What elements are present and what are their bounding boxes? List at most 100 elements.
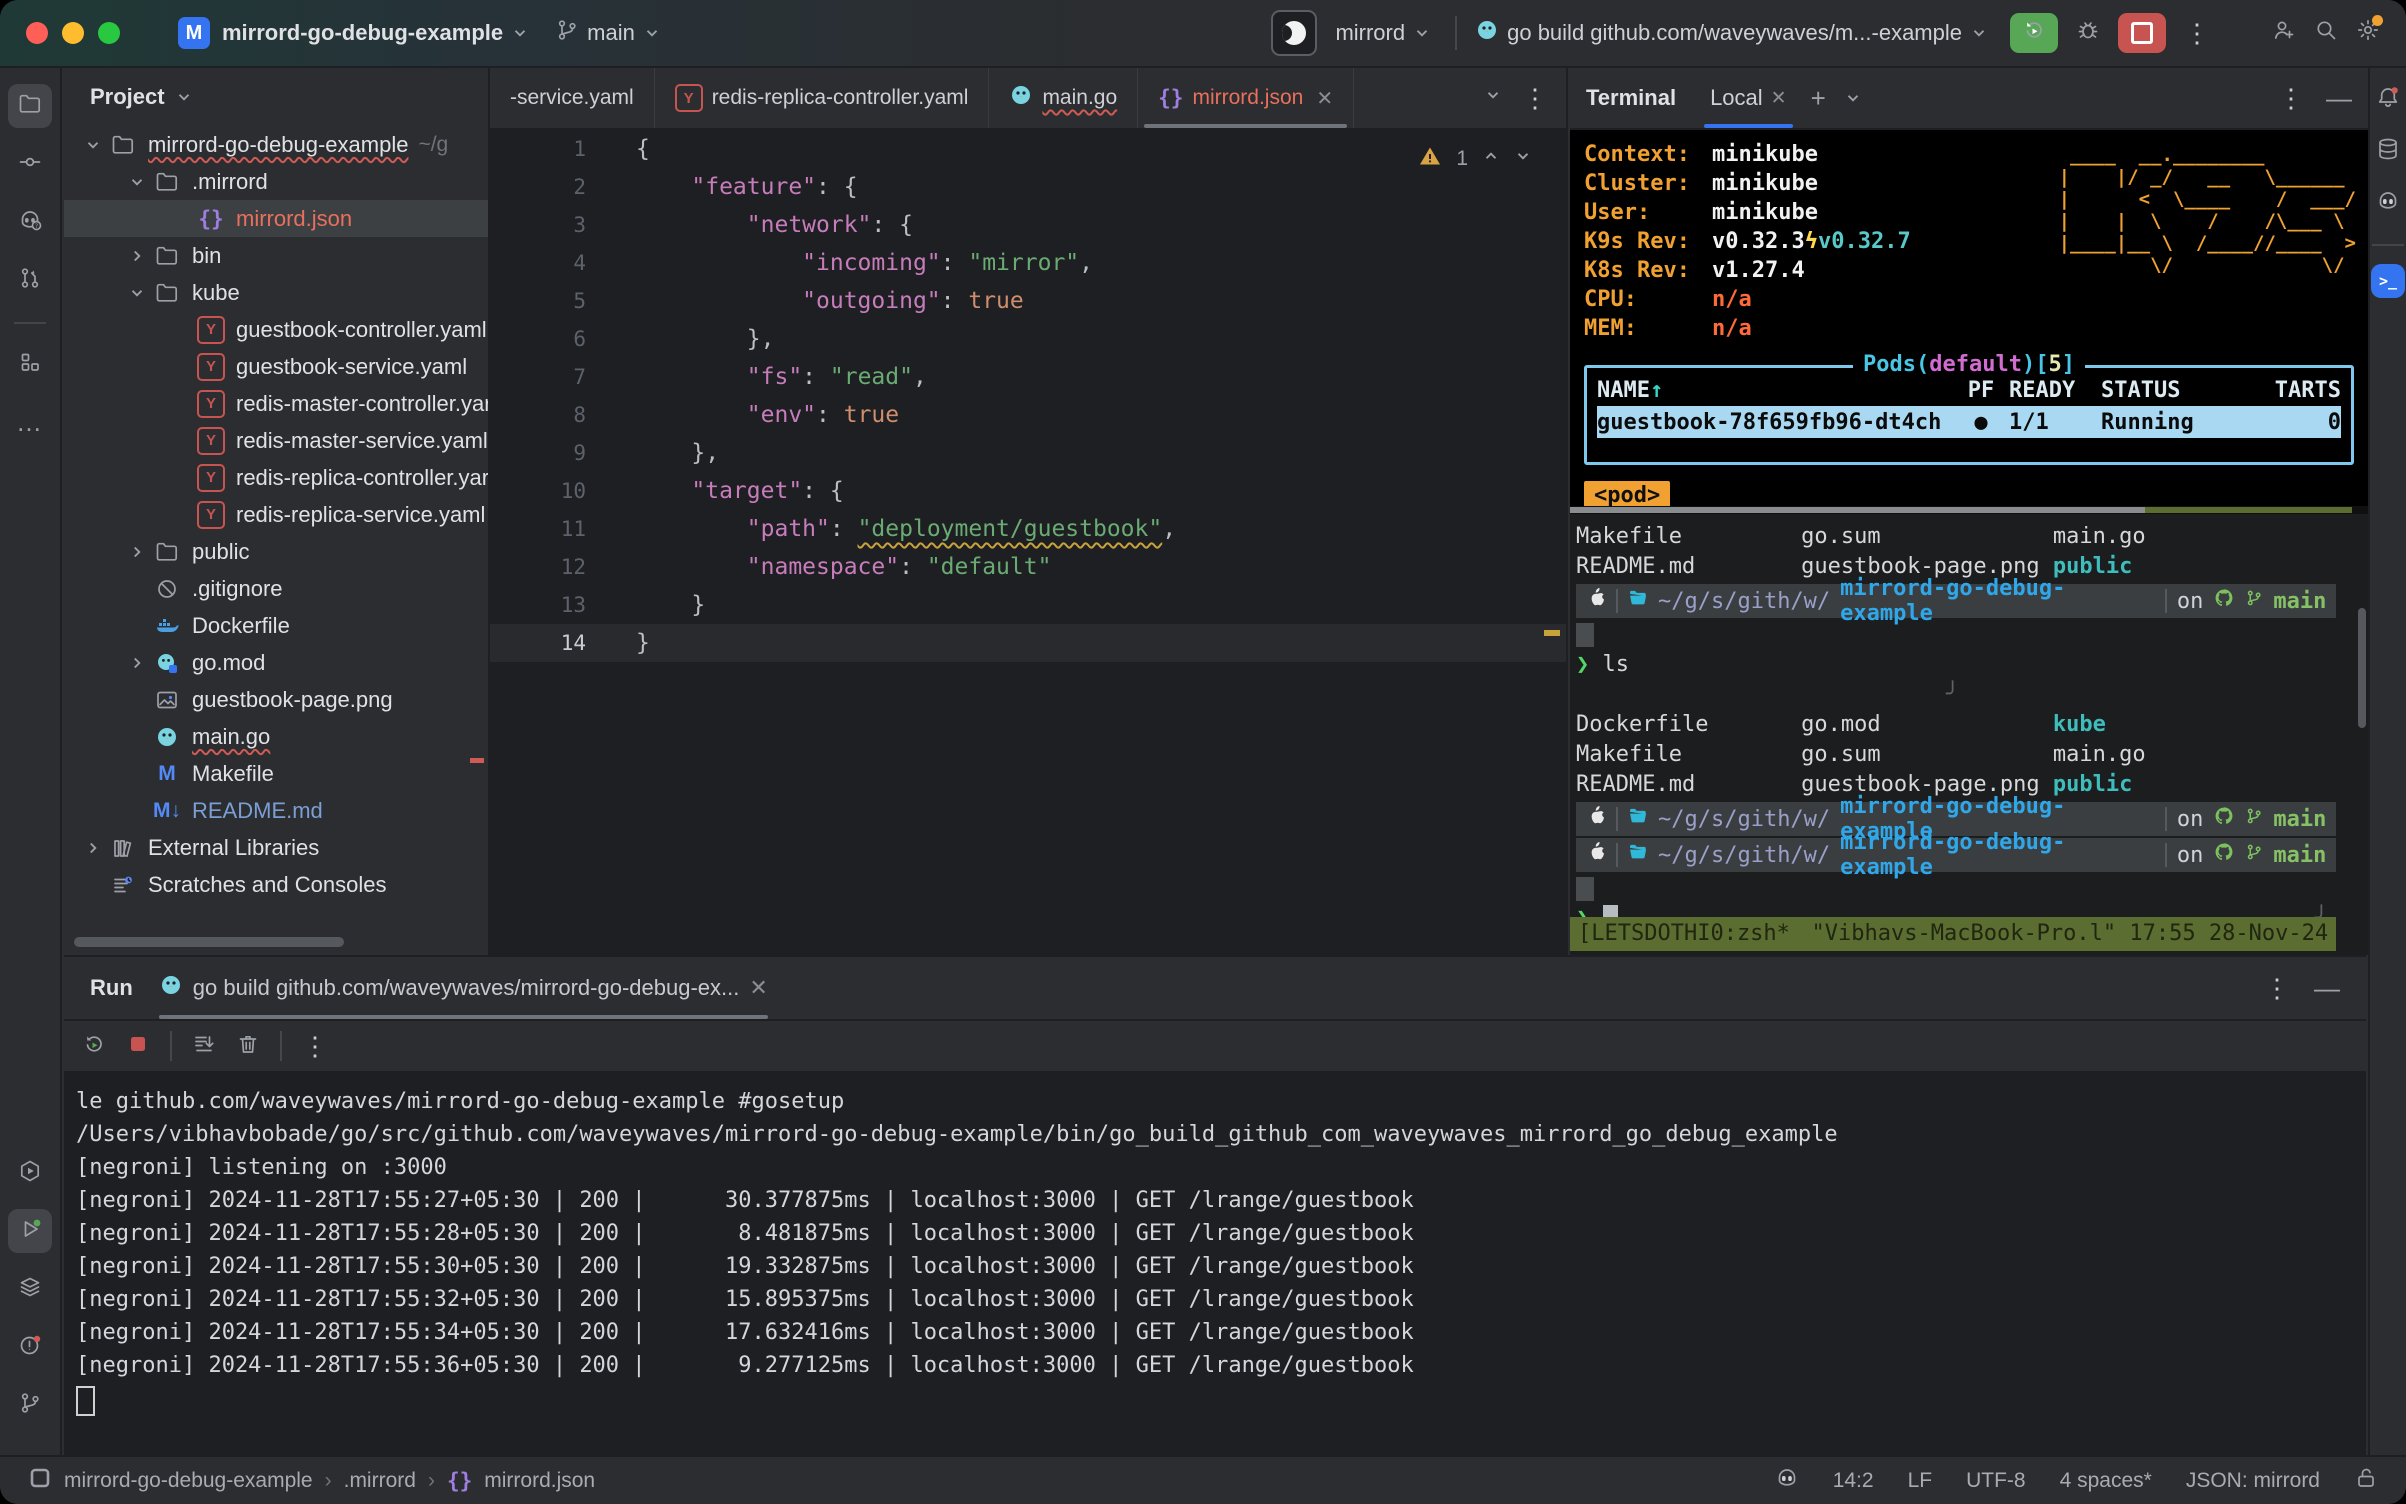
tree-item-redis-replica-controller-yar[interactable]: Yredis-replica-controller.yar xyxy=(64,459,488,496)
scroll-end-button[interactable] xyxy=(192,1032,216,1061)
tree-item-scratches-and-consoles[interactable]: Scratches and Consoles xyxy=(64,866,488,903)
code-line-8[interactable]: 8 "env": true xyxy=(490,396,1566,434)
pod-row-selected[interactable]: guestbook-78f659fb96-dt4ch●1/1Running0 xyxy=(1597,406,2341,438)
tree-item-guestbook-page-png[interactable]: guestbook-page.png xyxy=(64,681,488,718)
project-panel-header[interactable]: Project xyxy=(64,68,488,126)
more-actions-button[interactable]: ⋮ xyxy=(2184,20,2210,46)
tree-item-kube[interactable]: kube xyxy=(64,274,488,311)
tree-item-guestbook-controller-yaml[interactable]: Yguestbook-controller.yaml xyxy=(64,311,488,348)
col-ready[interactable]: READY xyxy=(2009,378,2101,403)
run-console[interactable]: le github.com/waveywaves/mirrord-go-debu… xyxy=(64,1073,2366,1422)
kebab-button[interactable]: ⋮ xyxy=(302,1033,328,1060)
breadcrumb-item[interactable]: mirrord.json xyxy=(484,1469,595,1493)
tree-item-public[interactable]: public xyxy=(64,533,488,570)
code-line-4[interactable]: 4 "incoming": "mirror", xyxy=(490,244,1566,282)
chevron-right-icon[interactable] xyxy=(122,247,152,265)
tree-item-mirrord-json[interactable]: {}mirrord.json xyxy=(64,200,488,237)
code-line-6[interactable]: 6 }, xyxy=(490,320,1566,358)
prev-problem-button[interactable] xyxy=(1482,147,1500,171)
tree-item-guestbook-service-yaml[interactable]: Yguestbook-service.yaml xyxy=(64,348,488,385)
editor-body[interactable]: 1{2 "feature": {3 "network": {4 "incomin… xyxy=(490,130,1566,955)
database-tool-button[interactable] xyxy=(2371,134,2405,168)
rerun-button[interactable] xyxy=(2010,13,2058,53)
encoding[interactable]: UTF-8 xyxy=(1966,1469,2026,1493)
k9s-screen[interactable]: Context:minikubeCluster:minikubeUser:min… xyxy=(1570,130,2368,514)
terminal-options-button[interactable]: ⋮ xyxy=(2278,85,2304,111)
hide-terminal-button[interactable]: — xyxy=(2326,83,2352,114)
chevron-right-icon[interactable] xyxy=(122,654,152,672)
stop-button[interactable] xyxy=(2118,13,2166,53)
code-line-10[interactable]: 10 "target": { xyxy=(490,472,1566,510)
services-tool-button[interactable] xyxy=(8,1151,52,1195)
code-line-5[interactable]: 5 "outgoing": true xyxy=(490,282,1566,320)
col-name[interactable]: NAME↑ xyxy=(1597,378,1953,403)
chevron-down-icon[interactable] xyxy=(122,173,152,191)
editor-tab--service-yaml[interactable]: -service.yaml xyxy=(490,68,655,128)
lock-icon[interactable] xyxy=(2354,1466,2378,1496)
chevron-right-icon[interactable] xyxy=(78,839,108,857)
chevron-down-icon[interactable] xyxy=(1844,89,1862,107)
new-terminal-button[interactable]: + xyxy=(1811,83,1826,114)
tree-item-main-go[interactable]: main.go xyxy=(64,718,488,755)
terminal-tool-button[interactable]: >_ xyxy=(2371,264,2405,298)
notifications-bell-tool-button[interactable] xyxy=(2371,82,2405,116)
vcs-widget[interactable]: main xyxy=(555,18,661,48)
caret-position[interactable]: 14:2 xyxy=(1833,1469,1874,1493)
close-icon[interactable]: ✕ xyxy=(749,975,767,1001)
build-layers-tool-button[interactable] xyxy=(8,1267,52,1311)
debug-button[interactable] xyxy=(2076,18,2100,48)
chevron-right-icon[interactable] xyxy=(122,543,152,561)
terminal-scrollbar[interactable] xyxy=(2358,608,2366,728)
project-widget[interactable]: mirrord-go-debug-example xyxy=(222,20,529,46)
tree-item-redis-replica-service-yaml[interactable]: Yredis-replica-service.yaml xyxy=(64,496,488,533)
chevron-down-icon[interactable] xyxy=(122,284,152,302)
hide-run-panel-button[interactable]: — xyxy=(2314,973,2340,1004)
structure-tool-button[interactable] xyxy=(8,342,52,386)
minimize-window-button[interactable] xyxy=(62,22,84,44)
more-tool-button[interactable]: … xyxy=(8,400,52,444)
editor-tab-mirrord-json[interactable]: {}mirrord.json✕ xyxy=(1138,68,1354,128)
run-configuration-dropdown[interactable]: go build github.com/waveywaves/m...-exam… xyxy=(1475,18,1988,48)
code-line-2[interactable]: 2 "feature": { xyxy=(490,168,1566,206)
tree-item-mirrord-go-debug-example[interactable]: mirrord-go-debug-example~/g xyxy=(64,126,488,163)
editor-tab-main-go[interactable]: main.go xyxy=(989,68,1138,128)
run-tool-button[interactable] xyxy=(8,1209,52,1253)
tree-item-redis-master-service-yaml[interactable]: Yredis-master-service.yaml xyxy=(64,422,488,459)
tree-item-go-mod[interactable]: go.mod xyxy=(64,644,488,681)
tab-options-button[interactable]: ⋮ xyxy=(1522,85,1548,111)
file-type[interactable]: JSON: mirrord xyxy=(2186,1469,2320,1493)
shell-screen[interactable]: Makefile go.sum main.goREADME.md guestbo… xyxy=(1570,514,2368,957)
breadcrumb-item[interactable]: mirrord-go-debug-example xyxy=(64,1469,313,1493)
code-line-3[interactable]: 3 "network": { xyxy=(490,206,1566,244)
line-ending[interactable]: LF xyxy=(1908,1469,1933,1493)
code-line-7[interactable]: 7 "fs": "read", xyxy=(490,358,1566,396)
copilot-tool-button[interactable] xyxy=(2371,186,2405,220)
horizontal-scrollbar[interactable] xyxy=(74,937,344,947)
tree-item-redis-master-controller-yar[interactable]: Yredis-master-controller.yar xyxy=(64,385,488,422)
code-line-9[interactable]: 9 }, xyxy=(490,434,1566,472)
add-user-button[interactable] xyxy=(2272,18,2296,48)
tree-item-dockerfile[interactable]: Dockerfile xyxy=(64,607,488,644)
pull-requests-tool-button[interactable] xyxy=(8,258,52,302)
run-options-button[interactable]: ⋮ xyxy=(2264,975,2290,1001)
stop-button[interactable] xyxy=(126,1032,150,1061)
settings-button[interactable] xyxy=(2356,18,2380,48)
close-window-button[interactable] xyxy=(26,22,48,44)
code-line-12[interactable]: 12 "namespace": "default" xyxy=(490,548,1566,586)
editor-tab-redis-replica-controller-yaml[interactable]: Yredis-replica-controller.yaml xyxy=(655,68,990,128)
tree-item-bin[interactable]: bin xyxy=(64,237,488,274)
shell-command-line[interactable]: ❯ ls xyxy=(1576,650,2368,680)
trash-button[interactable] xyxy=(236,1032,260,1061)
search-button[interactable] xyxy=(2314,18,2338,48)
col-pf[interactable]: PF xyxy=(1953,378,2009,403)
problems-tool-button[interactable] xyxy=(8,1325,52,1369)
tree-item-readme-md[interactable]: M↓README.md xyxy=(64,792,488,829)
run-tab[interactable]: go build github.com/waveywaves/mirrord-g… xyxy=(159,957,768,1019)
copilot-chat-tool-button[interactable]: ? xyxy=(8,200,52,244)
commit-tool-button[interactable] xyxy=(8,142,52,186)
terminal-tab-local[interactable]: Local ✕ xyxy=(1704,68,1793,128)
chevron-down-icon[interactable] xyxy=(78,136,108,154)
git-branch-tool-button[interactable] xyxy=(8,1383,52,1427)
project-tool-button[interactable] xyxy=(8,84,52,128)
mirrord-dropdown[interactable]: mirrord xyxy=(1335,20,1431,46)
